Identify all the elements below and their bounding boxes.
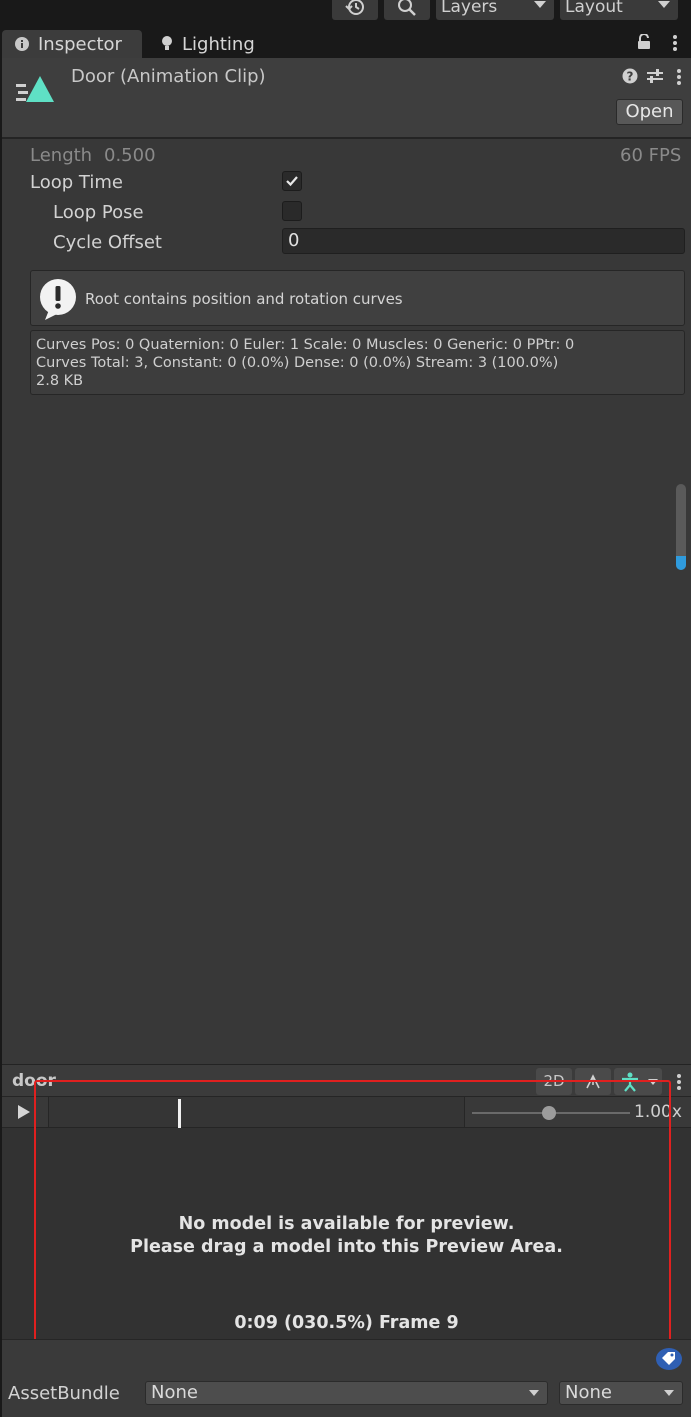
help-icon[interactable]: ?: [622, 68, 638, 84]
chevron-down-icon: [534, 1, 546, 8]
curve-stats-line-1: Curves Pos: 0 Quaternion: 0 Euler: 1 Sca…: [36, 337, 575, 353]
tab-lighting[interactable]: Lighting: [148, 30, 278, 58]
chevron-down-icon: [529, 1390, 539, 1396]
layers-dropdown-label: Layers: [441, 0, 498, 17]
length-value: 0.500: [104, 145, 156, 166]
tab-inspector[interactable]: Inspector: [2, 30, 142, 58]
root-curves-warning: Root contains position and rotation curv…: [30, 270, 685, 326]
component-menu-icon[interactable]: [676, 68, 682, 86]
inspector-panel: Door (Animation Clip) ? Open Length 0.50…: [2, 58, 691, 1064]
bulb-icon: [162, 36, 172, 50]
search-icon: [398, 0, 416, 16]
asset-label-tag-icon[interactable]: [656, 1348, 682, 1370]
more-options-icon[interactable]: [672, 34, 678, 52]
fps-value: 60 FPS: [620, 145, 682, 166]
warning-message: Root contains position and rotation curv…: [85, 290, 403, 308]
loop-pose-checkbox[interactable]: [282, 201, 302, 221]
loop-time-checkbox[interactable]: [282, 171, 302, 191]
checkmark-icon: [286, 176, 298, 187]
history-icon: [345, 0, 364, 15]
asset-labels-footer: AssetBundle None None: [2, 1339, 691, 1417]
vertical-scrollbar[interactable]: [676, 484, 686, 570]
tab-inspector-label: Inspector: [38, 33, 122, 55]
curve-stats-box: Curves Pos: 0 Quaternion: 0 Euler: 1 Sca…: [30, 330, 685, 395]
curve-stats-line-2: Curves Total: 3, Constant: 0 (0.0%) Dens…: [36, 355, 559, 371]
asset-title: Door (Animation Clip): [71, 66, 266, 87]
assetbundle-label: AssetBundle: [8, 1383, 120, 1404]
highlight-box: [34, 1080, 671, 1345]
lock-icon[interactable]: [636, 34, 652, 50]
chevron-down-icon: [658, 1, 670, 8]
assetbundle-variant-dropdown[interactable]: None: [559, 1381, 683, 1405]
cycle-offset-field[interactable]: 0: [282, 228, 685, 254]
history-button[interactable]: [332, 0, 378, 20]
loop-pose-label: Loop Pose: [53, 202, 144, 223]
preview-menu-icon[interactable]: [676, 1073, 682, 1091]
animation-clip-icon: [16, 76, 54, 102]
layout-dropdown[interactable]: Layout: [560, 0, 678, 20]
info-icon: [15, 37, 29, 51]
open-button[interactable]: Open: [616, 99, 683, 125]
search-button[interactable]: [384, 0, 430, 20]
chevron-down-icon: [664, 1390, 674, 1396]
curve-stats-line-3: 2.8 KB: [36, 373, 84, 389]
inspector-header: Door (Animation Clip) ? Open: [2, 58, 691, 139]
scrollbar-thumb-accent: [676, 556, 686, 570]
tab-lighting-label: Lighting: [182, 33, 255, 55]
assetbundle-dropdown[interactable]: None: [145, 1381, 548, 1405]
play-icon: [18, 1105, 30, 1119]
svg-text:?: ?: [627, 70, 634, 84]
warning-icon: [40, 279, 76, 320]
cycle-offset-label: Cycle Offset: [53, 232, 162, 253]
layout-dropdown-label: Layout: [565, 0, 623, 17]
assetbundle-variant-value: None: [565, 1382, 612, 1403]
assetbundle-dropdown-value: None: [151, 1382, 198, 1403]
top-toolbar: Layers Layout: [0, 0, 691, 28]
length-label: Length: [30, 145, 93, 166]
tab-bar: Inspector Lighting: [0, 28, 691, 58]
layers-dropdown[interactable]: Layers: [436, 0, 554, 20]
presets-icon[interactable]: [647, 68, 663, 84]
loop-time-label: Loop Time: [30, 172, 123, 193]
